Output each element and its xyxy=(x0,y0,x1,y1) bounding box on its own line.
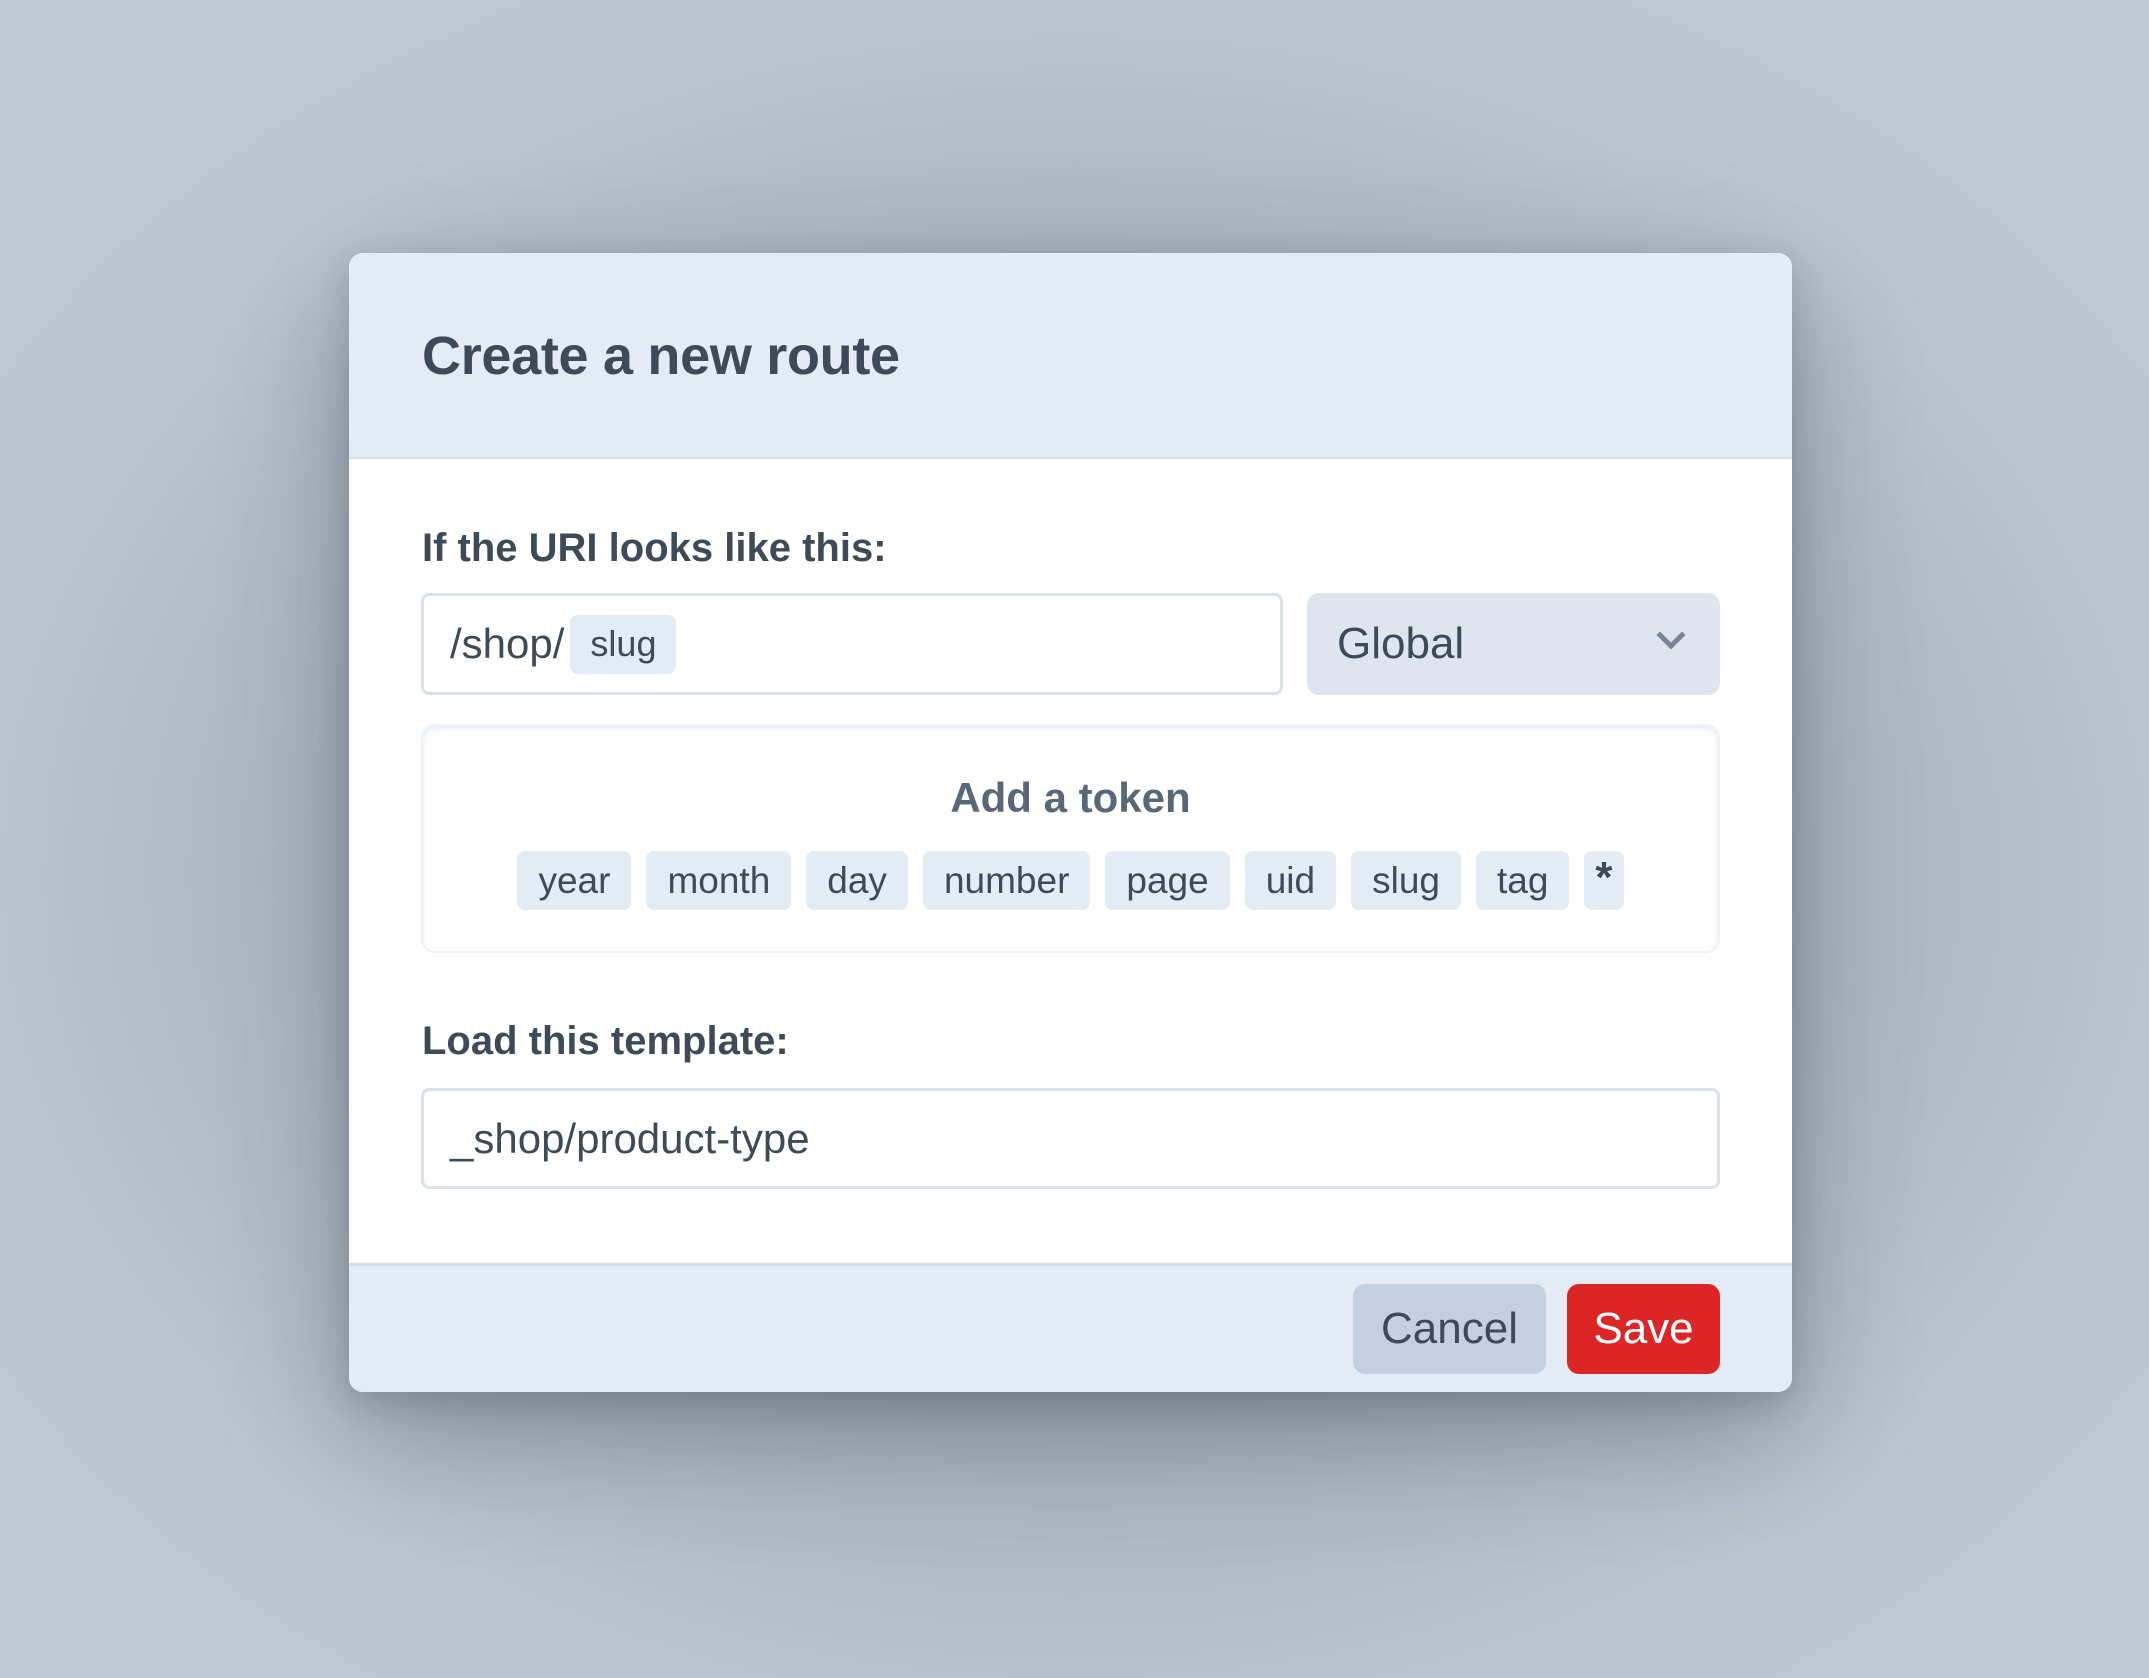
dialog-header: Create a new route xyxy=(349,253,1792,459)
dialog-title: Create a new route xyxy=(422,326,900,386)
uri-token-chip[interactable]: slug xyxy=(570,614,677,674)
template-label: Load this template: xyxy=(422,1019,789,1063)
token-number[interactable]: number xyxy=(922,851,1091,910)
token-page[interactable]: page xyxy=(1105,851,1230,910)
uri-prefix-text: /shop/ xyxy=(450,620,565,667)
site-select[interactable]: Global xyxy=(1307,593,1720,695)
cancel-button[interactable]: Cancel xyxy=(1353,1284,1546,1374)
token-slug[interactable]: slug xyxy=(1351,851,1461,910)
save-button[interactable]: Save xyxy=(1567,1284,1720,1374)
uri-label: If the URI looks like this: xyxy=(422,526,887,570)
site-select-value: Global xyxy=(1337,619,1465,668)
token-panel: Add a token year month day number page u… xyxy=(421,724,1720,953)
token-wildcard[interactable]: * xyxy=(1584,851,1624,910)
create-route-dialog: Create a new route If the URI looks like… xyxy=(349,253,1792,1392)
template-input[interactable]: _shop/product-type xyxy=(421,1088,1720,1189)
token-month[interactable]: month xyxy=(646,851,792,910)
token-tag[interactable]: tag xyxy=(1475,851,1570,910)
uri-input[interactable]: /shop/ slug xyxy=(421,593,1283,695)
dialog-footer: Cancel Save xyxy=(349,1263,1792,1392)
token-uid[interactable]: uid xyxy=(1244,851,1337,910)
chevron-down-icon xyxy=(1656,631,1686,650)
token-panel-title: Add a token xyxy=(950,774,1191,821)
token-year[interactable]: year xyxy=(517,851,632,910)
token-day[interactable]: day xyxy=(806,851,908,910)
token-list: year month day number page uid slug tag … xyxy=(423,851,1718,910)
